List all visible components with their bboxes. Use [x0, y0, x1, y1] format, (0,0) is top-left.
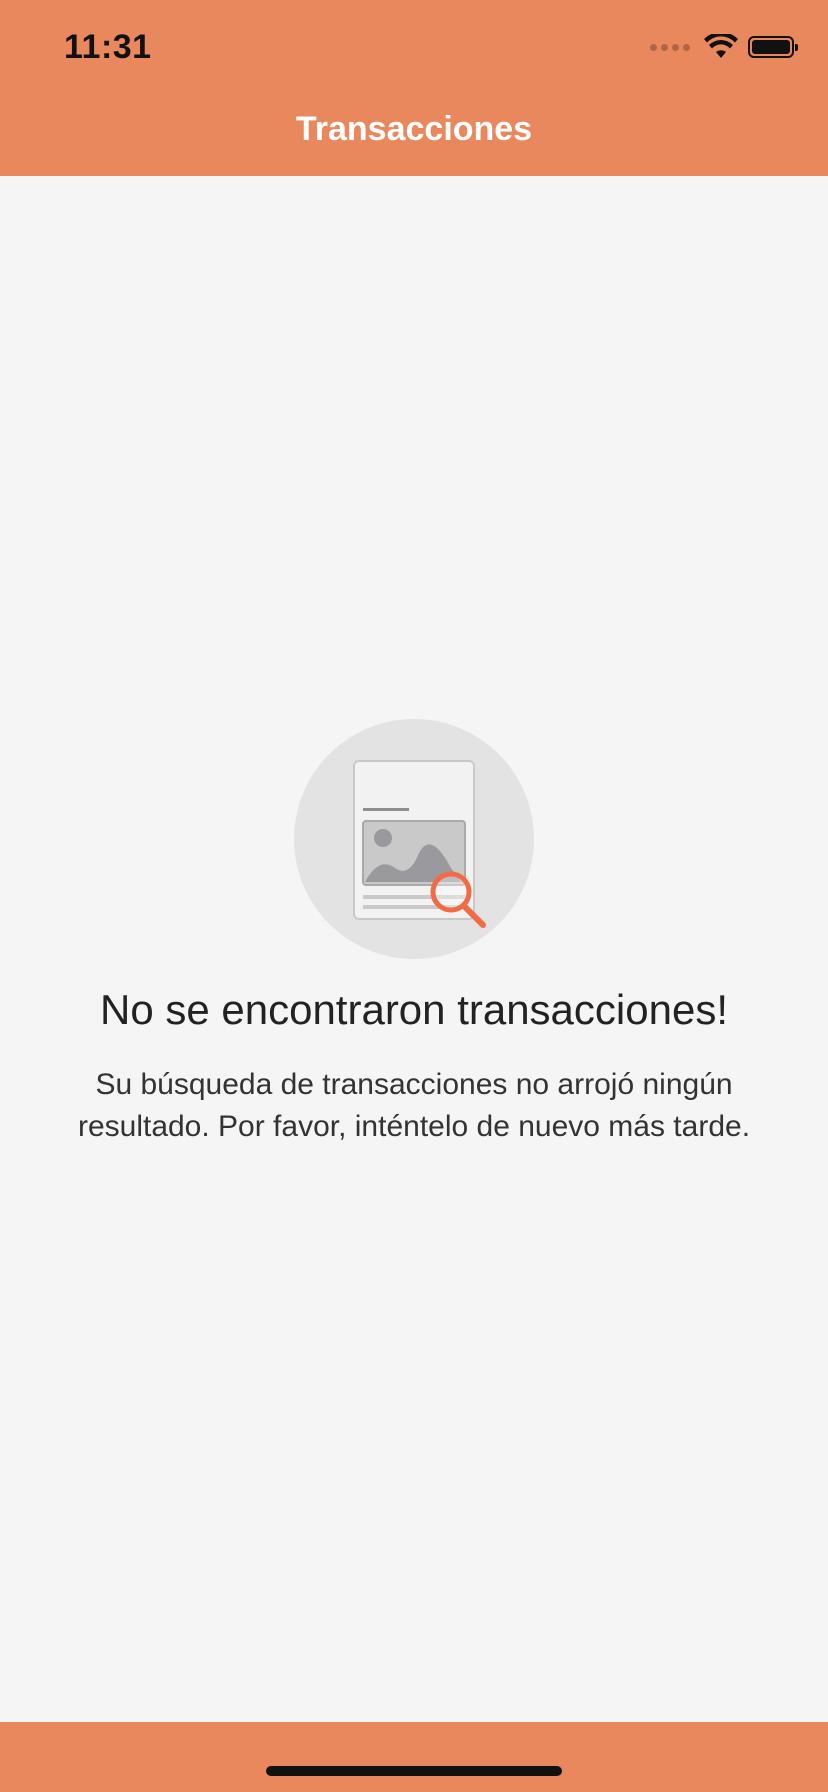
empty-state-title: No se encontraron transacciones! [99, 986, 728, 1033]
document-search-icon [294, 719, 534, 959]
empty-state-message: Su búsqueda de transacciones no arrojó n… [77, 1068, 751, 1143]
page-title: Transacciones [295, 110, 533, 148]
status-icons [650, 34, 798, 60]
header-bar: 11:31 Transacciones [0, 0, 828, 176]
home-indicator[interactable] [266, 1766, 562, 1776]
battery-icon [748, 36, 798, 58]
signal-icon [650, 43, 690, 51]
empty-state: No se encontraron transacciones! Su búsq… [0, 718, 828, 1148]
bottom-bar [0, 1722, 828, 1792]
wifi-icon [704, 34, 738, 58]
status-time: 11:31 [64, 28, 152, 66]
